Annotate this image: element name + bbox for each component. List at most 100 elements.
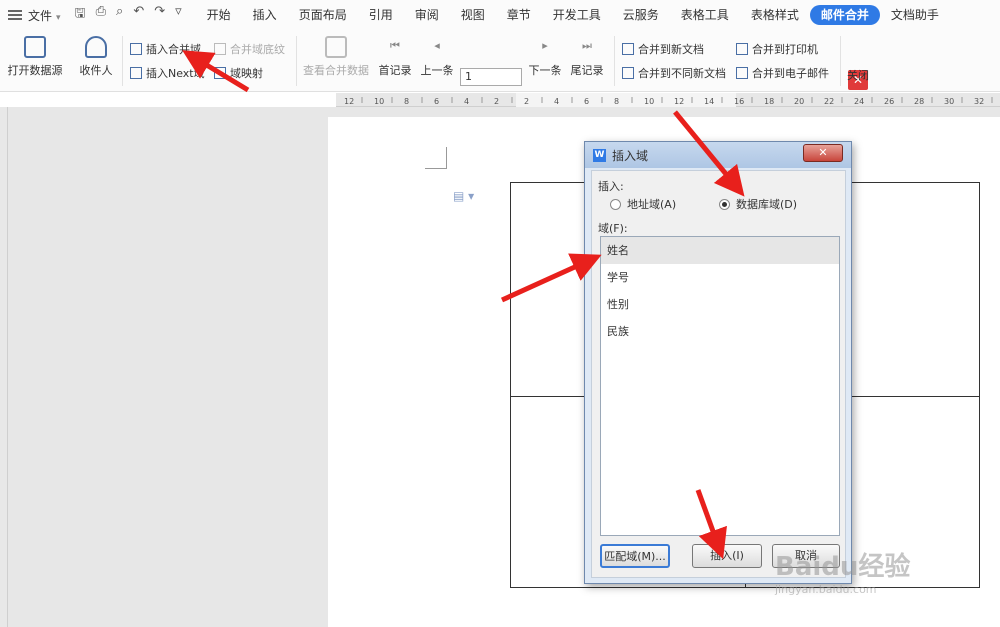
ruler-mark: 28 [914,97,924,106]
tab-4[interactable]: 审阅 [404,0,450,30]
field-map-icon [214,67,226,79]
shading-icon [214,43,226,55]
list-item[interactable]: 民族 [601,318,839,345]
first-record-label: 首记录 [378,64,412,77]
ruler-mark: 26 [884,97,894,106]
recipients-icon [85,36,107,58]
ruler-ticks: 12 10 8 6 4 2 2 4 6 8 10 12 14 16 18 20 22 24 26 28 30 32 [344,97,993,106]
recipients-label: 收件人 [79,64,113,77]
merge-email-label: 合并到电子邮件 [752,67,829,80]
file-menu[interactable]: 文件 ▾ [28,7,61,24]
ruler-mark: 16 [734,97,744,106]
tab-8[interactable]: 云服务 [612,0,670,30]
next-field-icon [130,67,142,79]
dialog-close-icon[interactable]: ✕ [803,144,843,162]
first-record-button[interactable]: ⏮ 首记录 [376,30,414,78]
ruler-mark: 22 [824,97,834,106]
merge-diff-docs-label: 合并到不同新文档 [638,67,726,80]
radio-database-dot [719,198,730,210]
list-item[interactable]: 姓名 [601,237,839,264]
preview-icon[interactable]: ⌕ [116,4,123,26]
prev-record-button[interactable]: ◂ 上一条 [418,30,456,78]
ribbon-tabs: 开始 插入 页面布局 引用 审阅 视图 章节 开发工具 云服务 表格工具 表格样式 邮件合并 文档助手 [196,0,950,30]
insert-button[interactable]: 插入(I) [692,544,762,568]
view-merged-data-label: 查看合并数据 [303,64,369,77]
vertical-ruler [0,107,8,627]
tab-5[interactable]: 视图 [450,0,496,30]
printer-icon [736,43,748,55]
view-merged-data-button[interactable]: 查看合并数据 [302,30,370,78]
field-list-label: 域(F): [598,222,628,235]
data-source-icon [24,36,46,58]
tab-7[interactable]: 开发工具 [542,0,612,30]
diff-docs-icon [622,67,634,79]
tab-6[interactable]: 章节 [496,0,542,30]
ruler-mark: 8 [614,97,619,106]
ruler-mark: 2 [524,97,529,106]
paste-options-icon[interactable]: ▤ ▾ [453,189,474,203]
print-icon[interactable]: ⎙ [96,4,106,26]
horizontal-ruler: 12 10 8 6 4 2 2 4 6 8 10 12 14 16 18 20 22 24 26 28 30 32 [336,93,1000,107]
menu-icon[interactable] [8,8,22,22]
view-data-icon [325,36,347,58]
merge-printer-label: 合并到打印机 [752,43,818,56]
quick-access: 🖫 ⎙ ⌕ ↶ ↷ ▿ [75,4,182,26]
next-record-label: 下一条 [528,64,562,77]
redo-icon[interactable]: ↷ [154,4,165,26]
next-record-button[interactable]: ▸ 下一条 [526,30,564,78]
open-data-source-label: 打开数据源 [7,64,63,77]
watermark-url: jingyan.baidu.com [775,583,877,596]
match-fields-button[interactable]: 匹配域(M)... [600,544,670,568]
tab-11[interactable]: 邮件合并 [809,5,880,25]
ruler-mark: 8 [404,97,409,106]
baidu-watermark: Baidu经验 jingyan.baidu.com [775,546,910,596]
merge-field-shading-button[interactable]: 合并域底纹 [214,41,285,57]
wps-logo-icon: W [593,148,606,162]
dialog-titlebar[interactable]: W 插入域 ✕ [585,142,851,168]
ruler-mark: 18 [764,97,774,106]
tab-10[interactable]: 表格样式 [740,0,810,30]
ruler-mark: 2 [494,97,499,106]
tab-12[interactable]: 文档助手 [880,0,950,30]
list-item[interactable]: 性别 [601,291,839,318]
recipients-button[interactable]: 收件人 [76,30,116,78]
ruler-mark: 6 [434,97,439,106]
merge-email-button[interactable]: 合并到电子邮件 [736,65,829,81]
field-listbox[interactable]: 姓名 学号 性别 民族 [600,236,840,536]
field-mapping-label: 域映射 [230,67,263,80]
list-item[interactable]: 学号 [601,264,839,291]
ruler-mark: 30 [944,97,954,106]
tab-1[interactable]: 插入 [242,0,288,30]
undo-icon[interactable]: ↶ [133,4,144,26]
tab-3[interactable]: 引用 [358,0,404,30]
merge-printer-button[interactable]: 合并到打印机 [736,41,818,57]
field-mapping-button[interactable]: 域映射 [214,65,263,81]
ruler-mark: 10 [374,97,384,106]
merge-diff-docs-button[interactable]: 合并到不同新文档 [622,65,726,81]
dialog-title: 插入域 [612,148,649,163]
insert-next-button[interactable]: 插入Next域 [130,65,205,81]
tab-2[interactable]: 页面布局 [288,0,358,30]
dialog-body: 插入: 地址域(A) 数据库域(D) 域(F): 姓名 学号 性别 民族 匹配域… [591,170,846,578]
next-arrow-icon: ▸ [542,39,548,52]
page-corner-mark [425,147,447,169]
last-record-button[interactable]: ⏭ 尾记录 [568,30,606,78]
merge-new-doc-button[interactable]: 合并到新文档 [622,41,704,57]
ribbon-toolbar: 打开数据源 收件人 插入合并域 合并域底纹 插入Next域 域映射 查看合并数据… [0,30,1000,92]
tab-0[interactable]: 开始 [196,0,242,30]
new-doc-icon [622,43,634,55]
insert-merge-field-button[interactable]: 插入合并域 [130,41,201,57]
close-merge-label[interactable]: 关闭 [847,67,869,83]
more-icon[interactable]: ▿ [175,4,182,26]
insert-merge-field-label: 插入合并域 [146,43,201,56]
save-icon[interactable]: 🖫 [75,4,86,26]
merge-field-shading-label: 合并域底纹 [230,43,285,56]
ruler-mark: 32 [974,97,984,106]
ruler-mark: 6 [584,97,589,106]
radio-database-field[interactable]: 数据库域(D) [719,196,797,212]
record-number-input[interactable]: 1 [460,68,522,86]
divider [614,36,615,86]
open-data-source-button[interactable]: 打开数据源 [4,30,66,78]
tab-9[interactable]: 表格工具 [670,0,740,30]
radio-address-field[interactable]: 地址域(A) [610,196,676,212]
